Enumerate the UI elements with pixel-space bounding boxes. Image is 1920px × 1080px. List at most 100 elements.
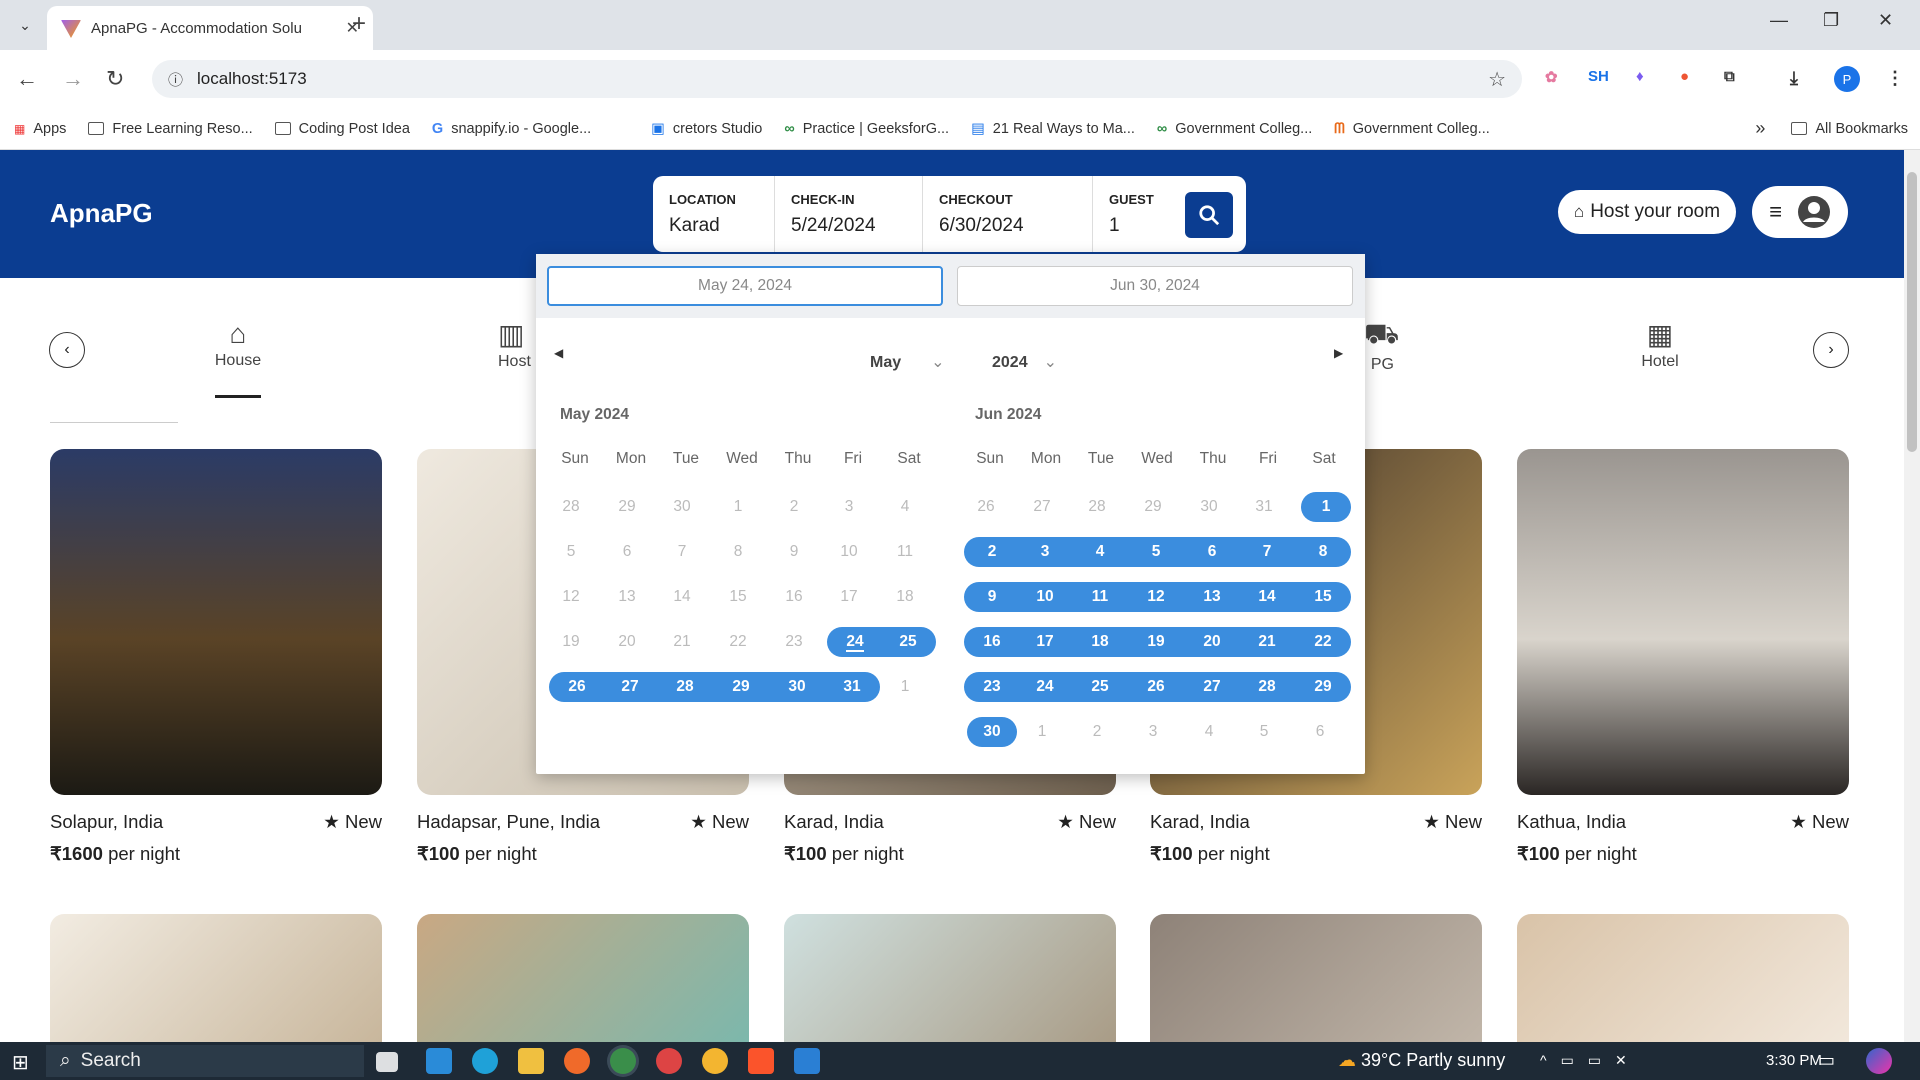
listing-card[interactable]: Kathua, India ★ New ₹100 per night (1517, 449, 1849, 865)
bookmark-coding-post[interactable]: Coding Post Idea (274, 121, 410, 137)
calendar-day[interactable]: 13 (602, 582, 652, 612)
calendar-day[interactable]: 16 (769, 582, 819, 612)
calendar-day[interactable]: 29 (713, 672, 769, 702)
category-prev-button[interactable]: ‹ (49, 332, 85, 368)
category-host[interactable]: ▥ Host (498, 318, 538, 371)
calendar-day[interactable]: 12 (1128, 582, 1184, 612)
listing-image[interactable] (1517, 914, 1849, 1054)
checkout-field[interactable]: CHECKOUT 6/30/2024 (923, 176, 1093, 252)
calendar-day[interactable]: 21 (1239, 627, 1295, 657)
guest-field[interactable]: GUEST 1 (1093, 176, 1185, 252)
calendar-day[interactable]: 2 (769, 492, 819, 522)
calendar-day[interactable]: 7 (657, 537, 707, 567)
bookmark-real-ways[interactable]: ▤ 21 Real Ways to Ma... (971, 121, 1135, 137)
calendar-day[interactable]: 29 (602, 492, 652, 522)
calendar-day[interactable]: 26 (961, 492, 1011, 522)
firefox-icon[interactable] (564, 1048, 590, 1074)
calendar-day[interactable]: 23 (769, 627, 819, 657)
calendar-day[interactable]: 25 (1072, 672, 1128, 702)
bookmark-cretors[interactable]: ▣ cretors Studio (651, 121, 762, 137)
reload-icon[interactable]: ↻ (106, 66, 124, 92)
listing-card[interactable]: Solapur, India ★ New ₹1600 per night (50, 449, 382, 865)
month-select[interactable]: May ⌄ (870, 352, 945, 372)
calendar-day[interactable]: 14 (1239, 582, 1295, 612)
weather-widget[interactable]: ☁ 39°C Partly sunny (1338, 1050, 1505, 1071)
listing-image[interactable] (1150, 914, 1482, 1054)
calendar-day[interactable]: 27 (1184, 672, 1240, 702)
calendar-day[interactable]: 11 (880, 537, 930, 567)
calendar-day[interactable]: 2 (1072, 717, 1122, 747)
calendar-day[interactable]: 19 (546, 627, 596, 657)
vscode-icon[interactable] (794, 1048, 820, 1074)
calendar-day[interactable]: 9 (964, 582, 1020, 612)
checkin-field[interactable]: CHECK-IN 5/24/2024 (775, 176, 923, 252)
calendar-day[interactable]: 10 (824, 537, 874, 567)
all-bookmarks[interactable]: All Bookmarks (1791, 121, 1908, 137)
more-menu-icon[interactable]: ⋮ (1886, 68, 1904, 89)
listing-image[interactable] (50, 914, 382, 1054)
calendar-day[interactable]: 30 (769, 672, 825, 702)
download-icon[interactable]: ⤓ (1790, 68, 1798, 89)
calendar-day[interactable]: 22 (713, 627, 763, 657)
category-pg[interactable]: ⛟ PG (1364, 318, 1399, 374)
bookmark-free-learning[interactable]: Free Learning Reso... (88, 121, 253, 137)
more-bookmarks-icon[interactable]: » (1755, 118, 1765, 139)
calendar-day[interactable]: 28 (546, 492, 596, 522)
sh-extension-icon[interactable]: SH (1588, 68, 1609, 85)
calendar-day[interactable]: 15 (713, 582, 763, 612)
calendar-day[interactable]: 30 (657, 492, 707, 522)
calendar-day[interactable]: 3 (1017, 537, 1073, 567)
calendar-day[interactable]: 20 (1184, 627, 1240, 657)
calendar-day[interactable]: 22 (1295, 627, 1351, 657)
calendar-day[interactable]: 20 (602, 627, 652, 657)
calendar-day[interactable]: 9 (769, 537, 819, 567)
bookmark-government-college-1[interactable]: ∞ Government Colleg... (1157, 121, 1312, 137)
calendar-day[interactable]: 25 (880, 627, 936, 657)
calendar-day[interactable]: 17 (1017, 627, 1073, 657)
brave-icon[interactable] (748, 1048, 774, 1074)
taskbar-search[interactable]: ⌕ Search (46, 1045, 364, 1077)
year-select[interactable]: 2024 ⌄ (992, 352, 1057, 372)
location-field[interactable]: LOCATION Karad (653, 176, 775, 252)
calendar-day[interactable]: 8 (1295, 537, 1351, 567)
mail-icon[interactable] (426, 1048, 452, 1074)
listing-image[interactable] (417, 914, 749, 1054)
calendar-day[interactable]: 3 (1128, 717, 1178, 747)
profile-avatar[interactable]: P (1834, 66, 1860, 92)
bookmark-government-college-2[interactable]: ᗰ Government Colleg... (1334, 121, 1490, 137)
lotus-extension-icon[interactable]: ✿ (1545, 68, 1558, 86)
calendar-day[interactable]: 8 (713, 537, 763, 567)
back-icon[interactable]: ← (16, 66, 38, 92)
listing-image[interactable] (1517, 449, 1849, 795)
chrome-canary-icon[interactable] (702, 1048, 728, 1074)
calendar-day[interactable]: 2 (964, 537, 1020, 567)
calendar-day[interactable]: 4 (1184, 717, 1234, 747)
calendar-day[interactable]: 24 (1017, 672, 1073, 702)
calendar-day[interactable]: 7 (1239, 537, 1295, 567)
forward-icon[interactable]: → (62, 66, 84, 92)
browser-tab[interactable]: ApnaPG - Accommodation Solu ✕ (47, 6, 373, 50)
calendar-day[interactable]: 24 (827, 627, 883, 657)
calendar-day[interactable]: 5 (1239, 717, 1289, 747)
calendar-day[interactable]: 18 (1072, 627, 1128, 657)
copilot-icon[interactable] (1866, 1048, 1892, 1074)
next-month-arrow-icon[interactable]: ▶ (1334, 346, 1343, 360)
end-date-input[interactable]: Jun 30, 2024 (957, 266, 1353, 306)
bookmark-apps[interactable]: ▦ Apps (14, 121, 66, 137)
calendar-day[interactable]: 3 (824, 492, 874, 522)
site-logo[interactable]: ApnaPG (50, 198, 153, 229)
calendar-day[interactable]: 10 (1017, 582, 1073, 612)
notification-icon[interactable]: ▭ (1818, 1050, 1835, 1071)
calendar-day[interactable]: 26 (1128, 672, 1184, 702)
calendar-day[interactable]: 28 (657, 672, 713, 702)
calendar-day[interactable]: 27 (602, 672, 658, 702)
calendar-day[interactable]: 6 (1184, 537, 1240, 567)
clock[interactable]: 3:30 PM (1766, 1052, 1822, 1069)
edge-icon[interactable] (472, 1048, 498, 1074)
calendar-day[interactable]: 29 (1295, 672, 1351, 702)
search-button[interactable] (1185, 192, 1233, 238)
flame-extension-icon[interactable]: ♦ (1636, 68, 1644, 85)
calendar-day[interactable]: 5 (546, 537, 596, 567)
calendar-day[interactable]: 30 (967, 717, 1017, 747)
calendar-day[interactable]: 12 (546, 582, 596, 612)
